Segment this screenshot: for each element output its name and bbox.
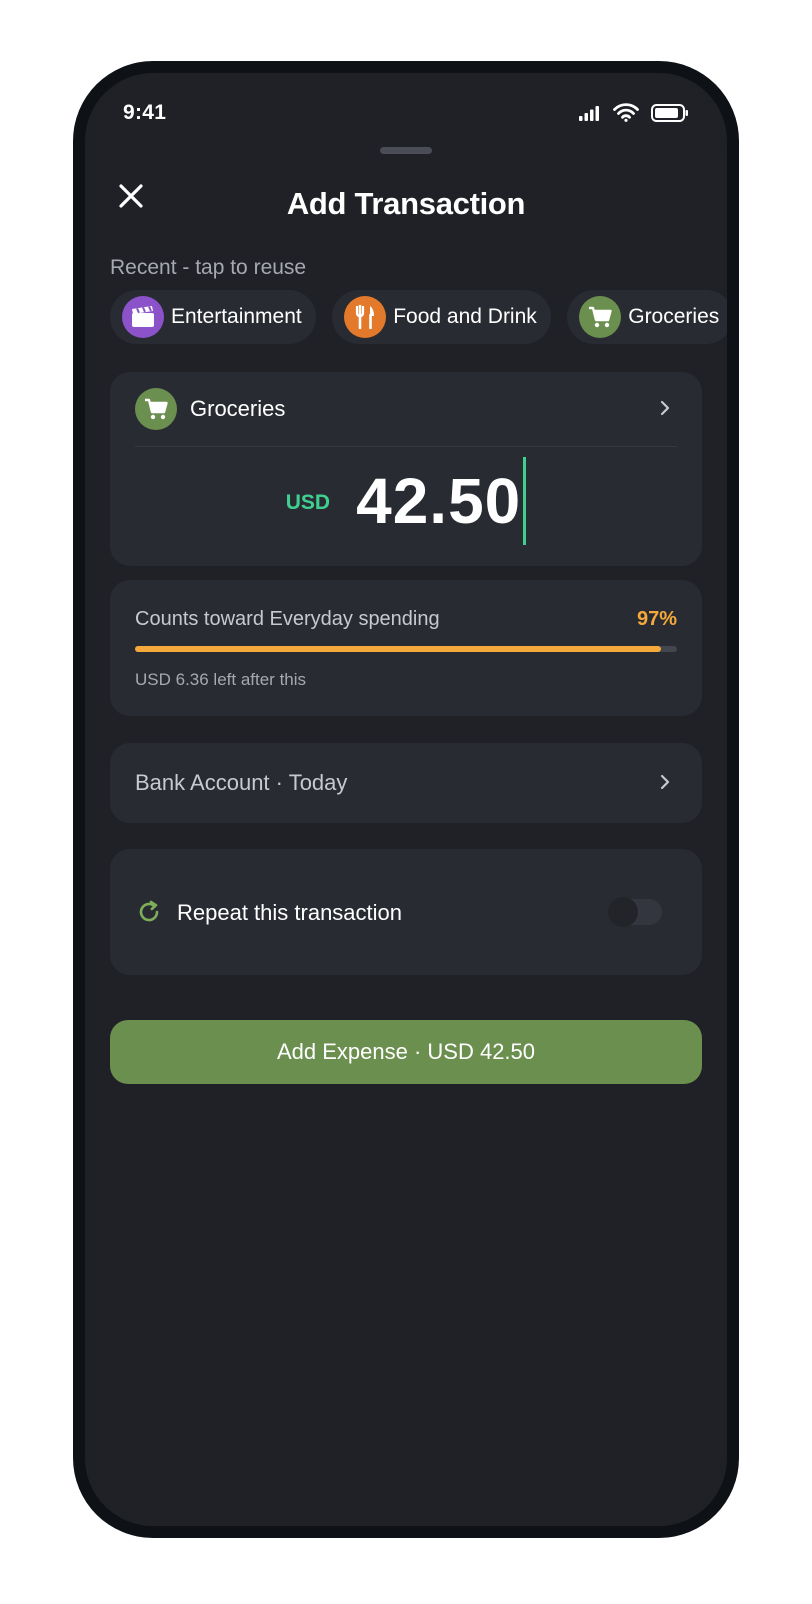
category-name: Groceries <box>190 396 286 421</box>
text-cursor <box>523 457 527 545</box>
repeat-icon <box>136 899 162 930</box>
chevron-right-icon <box>659 773 671 796</box>
account-date-label: Bank Account · Today <box>135 770 348 795</box>
chip-label: Groceries <box>628 305 720 328</box>
recent-chip-food-and-drink[interactable]: Food and Drink <box>332 290 551 344</box>
fork-knife-icon <box>344 296 387 338</box>
page-title: Add Transaction <box>286 186 526 221</box>
budget-progress-track <box>135 646 677 652</box>
repeat-label: Repeat this transaction <box>177 900 403 925</box>
cart-icon <box>579 296 622 338</box>
wifi-icon <box>613 103 639 127</box>
repeat-toggle[interactable] <box>608 897 662 927</box>
chip-label: Food and Drink <box>393 305 537 328</box>
recent-chips: Entertainment Food and Drink Groceries <box>110 290 727 346</box>
account-date-selector[interactable]: Bank Account · Today <box>110 743 702 823</box>
category-selector[interactable]: Groceries <box>135 372 677 447</box>
add-expense-button[interactable]: Add Expense · USD 42.50 <box>110 1020 702 1084</box>
budget-card: Counts toward Everyday spending 97% USD … <box>110 580 702 716</box>
recent-chip-entertainment[interactable]: Entertainment <box>110 290 316 344</box>
recent-chip-groceries[interactable]: Groceries <box>567 290 727 344</box>
status-icons <box>579 103 689 127</box>
clapperboard-icon <box>122 296 164 338</box>
budget-remaining-note: USD 6.36 left after this <box>135 670 307 689</box>
repeat-card: Repeat this transaction <box>110 849 702 975</box>
chip-label: Entertainment <box>171 305 302 328</box>
screen: 9:41 Add Transaction Recent - tap to reu… <box>85 73 727 1526</box>
amount-value: 42.50 <box>356 465 522 537</box>
toggle-knob <box>608 897 638 927</box>
budget-progress-fill <box>135 646 661 652</box>
cart-icon <box>135 388 177 430</box>
sheet-grabber[interactable] <box>380 147 432 154</box>
battery-icon <box>651 103 689 127</box>
signal-icon <box>579 105 601 126</box>
amount-input[interactable]: USD 42.50 <box>110 456 702 546</box>
phone-frame: 9:41 Add Transaction Recent - tap to reu… <box>73 61 739 1538</box>
budget-percent: 97% <box>636 608 677 630</box>
add-transaction-sheet: Add Transaction Recent - tap to reuse En… <box>85 130 727 1526</box>
status-bar: 9:41 <box>85 73 727 135</box>
status-time: 9:41 <box>123 101 167 124</box>
chevron-right-icon <box>659 399 671 422</box>
currency-code: USD <box>285 491 331 514</box>
budget-label: Counts toward Everyday spending <box>135 608 440 630</box>
recent-label: Recent - tap to reuse <box>110 256 307 279</box>
amount-card: Groceries USD 42.50 <box>110 372 702 566</box>
